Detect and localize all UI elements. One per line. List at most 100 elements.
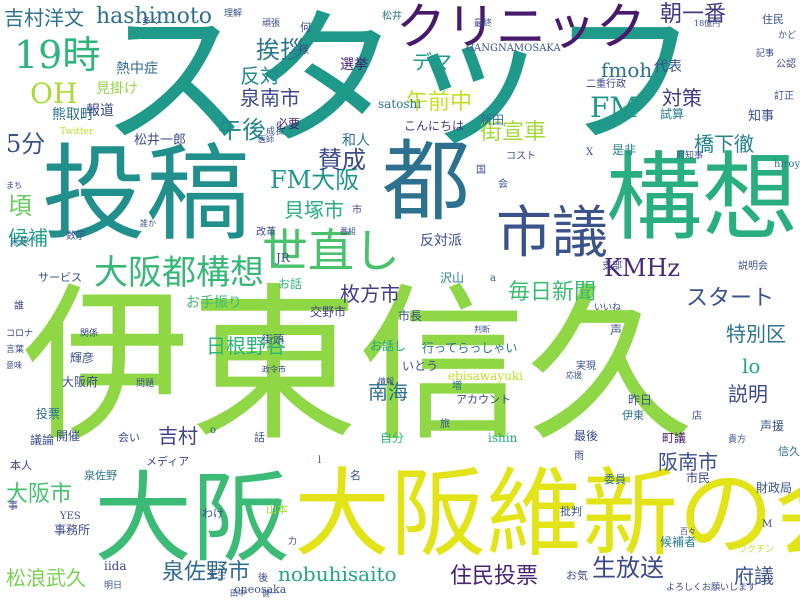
word: 二重行政: [586, 79, 626, 90]
word: 理解: [224, 9, 243, 19]
word: JR: [276, 251, 290, 265]
word: 交野市: [310, 305, 347, 319]
word: 言葉: [6, 345, 25, 355]
word: 選挙: [340, 57, 368, 73]
word: Twitter: [60, 127, 94, 137]
word: 頃: [8, 192, 32, 220]
word: お手振り: [186, 295, 242, 311]
word: 松浪武久: [6, 566, 86, 590]
word: 候補者: [660, 535, 697, 549]
word: メディア: [146, 455, 190, 468]
word: 構想: [606, 142, 798, 254]
word: コロナ: [6, 329, 34, 339]
word: サービス: [38, 271, 82, 284]
word: 大阪都構想: [94, 253, 264, 293]
word: 様: [298, 43, 309, 56]
word: FM: [590, 91, 639, 124]
word: 知事: [748, 109, 775, 124]
word: 行ってらっしゃい: [422, 341, 518, 355]
word: かど: [778, 31, 797, 41]
word: 問題: [136, 379, 155, 389]
word: 市民: [686, 471, 711, 485]
word: 和人: [342, 133, 370, 149]
word: 都: [382, 130, 471, 233]
word: 議論: [30, 433, 55, 447]
word: 吉村洋文: [4, 6, 84, 30]
word: ワクチン: [738, 545, 775, 555]
word: 見掛け: [96, 81, 138, 97]
word: お気: [566, 569, 588, 582]
word: OH: [30, 77, 78, 110]
word: 試算: [660, 107, 685, 121]
word: 特別区: [726, 322, 786, 346]
word: 医師: [258, 135, 274, 144]
word: 是非: [612, 143, 637, 157]
word: 泉佐野市: [162, 560, 251, 585]
word: 明日: [104, 581, 123, 591]
word: まち: [6, 181, 22, 190]
word: 対策: [662, 86, 702, 110]
word: 新田: [480, 113, 505, 127]
word: 情報: [378, 377, 394, 386]
word: 市議: [496, 201, 608, 266]
word: 泉南市: [240, 86, 300, 110]
word: 誰か: [140, 219, 156, 228]
word: 大阪: [94, 462, 291, 576]
word: 18億円: [694, 19, 721, 28]
word: 開催: [56, 429, 81, 443]
word: 最後: [574, 429, 599, 443]
word: YES: [60, 511, 81, 522]
word: 委員: [604, 473, 626, 486]
word: a: [490, 273, 496, 284]
word: 信久: [778, 445, 800, 458]
word: 数字: [66, 231, 86, 242]
word: 田中: [230, 589, 246, 598]
word: l: [318, 455, 322, 466]
word: 5分: [6, 130, 46, 158]
word: 政令市: [262, 365, 286, 374]
word: 最終: [474, 19, 493, 29]
word: 旅: [440, 419, 450, 430]
word: アカウント: [456, 393, 511, 406]
word: 街頭: [262, 333, 284, 346]
word: 町議: [662, 431, 687, 445]
word: いいね: [594, 303, 622, 313]
word: 貴方: [728, 435, 747, 445]
word: 報道: [86, 103, 114, 119]
word: 大阪府: [62, 375, 99, 389]
word: 頑張: [262, 19, 281, 29]
word: お話し: [370, 339, 407, 353]
word: 松井: [382, 11, 402, 22]
word: 応援: [566, 371, 582, 380]
word: 支部: [602, 261, 622, 272]
word: 熱中症: [116, 61, 158, 77]
word: 関係: [80, 329, 99, 339]
word: 輝彦: [70, 351, 95, 365]
word: 投票: [36, 407, 61, 421]
word: fmoh: [601, 58, 653, 82]
word: X: [586, 147, 594, 158]
word: 名: [350, 469, 361, 482]
word: こんにちは: [404, 119, 465, 133]
word: 番組: [340, 227, 356, 236]
word: 泉佐野: [84, 469, 117, 482]
word: 批判: [560, 505, 582, 518]
word: 代表: [654, 59, 682, 75]
word: 貝塚市: [284, 198, 344, 222]
word: hiroyoshimura: [774, 159, 800, 170]
word: いとう: [402, 359, 439, 373]
word: 19時: [14, 33, 101, 77]
word: 事: [8, 501, 18, 512]
word: 松井一郎: [134, 133, 187, 148]
word: 訂正: [774, 91, 794, 102]
word: 声: [610, 323, 623, 337]
word: 店: [692, 411, 702, 422]
word-cloud: 伊東信久 スタッフ 大阪維新の会 投稿 構想 大阪 都 クリニック 市議 世直し…: [0, 0, 800, 600]
word: 話: [254, 431, 265, 444]
word: 説明会: [738, 261, 768, 272]
word: GANGNAMOSAKA: [466, 43, 561, 54]
word: わけ: [202, 507, 224, 520]
word: 何: [300, 21, 311, 34]
word: 改革: [256, 227, 276, 238]
word: 声援: [760, 419, 785, 433]
